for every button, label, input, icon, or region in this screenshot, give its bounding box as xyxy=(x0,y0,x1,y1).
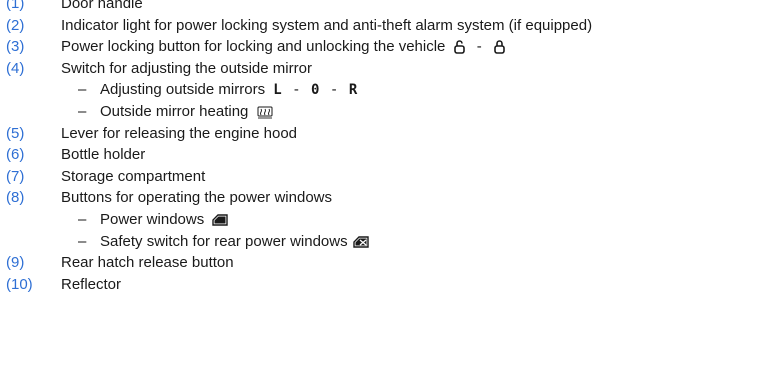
item-number: (6) xyxy=(6,146,25,164)
item-text: Buttons for operating the power windows xyxy=(61,189,332,207)
power-window-icon xyxy=(212,214,229,226)
item-number: (5) xyxy=(6,124,25,142)
mirror-position-left: L xyxy=(273,82,282,99)
list-item: (1) Door handle xyxy=(0,0,778,15)
item-number: (8) xyxy=(6,189,25,207)
sub-item-text: Outside mirror heating xyxy=(100,102,249,120)
sub-item-text: Power windows xyxy=(100,210,205,228)
unlock-icon xyxy=(453,40,465,55)
mirror-heating-icon xyxy=(257,106,273,118)
sub-list-item: – Power windows xyxy=(0,209,778,231)
bullet-dash: – xyxy=(78,232,87,250)
list-item: (4) Switch for adjusting the outside mir… xyxy=(0,58,778,80)
item-number: (2) xyxy=(6,16,25,34)
sub-list-item: – Adjusting outside mirrors L - 0 - R xyxy=(0,79,778,101)
item-text: Indicator light for power locking system… xyxy=(61,16,593,34)
lock-icon xyxy=(494,40,505,55)
item-text: Door handle xyxy=(61,0,143,12)
item-number: (4) xyxy=(6,59,25,77)
item-text: Reflector xyxy=(61,275,122,293)
item-text: Switch for adjusting the outside mirror xyxy=(61,59,312,77)
item-number: (7) xyxy=(6,167,25,185)
bullet-dash: – xyxy=(78,210,87,228)
list-item: (2) Indicator light for power locking sy… xyxy=(0,15,778,37)
item-text: Storage compartment xyxy=(61,167,206,185)
separator: - xyxy=(331,81,337,99)
legend-list: (1) Door handle (2) Indicator light for … xyxy=(0,0,778,295)
item-text: Rear hatch release button xyxy=(61,254,234,272)
list-item: (10) Reflector xyxy=(0,274,778,296)
mirror-position-neutral: 0 xyxy=(311,82,320,99)
sub-item-text: Safety switch for rear power windows xyxy=(100,232,348,250)
window-safety-switch-icon xyxy=(353,235,369,248)
item-text: Power locking button for locking and unl… xyxy=(61,38,446,56)
item-number: (1) xyxy=(6,0,25,12)
bullet-dash: – xyxy=(78,102,87,120)
sub-list-item: – Outside mirror heating xyxy=(0,101,778,123)
mirror-position-right: R xyxy=(348,82,358,99)
list-item: (6) Bottle holder xyxy=(0,144,778,166)
list-item: (5) Lever for releasing the engine hood xyxy=(0,123,778,145)
item-number: (10) xyxy=(6,275,33,293)
list-item: (8) Buttons for operating the power wind… xyxy=(0,187,778,209)
list-item: (3) Power locking button for locking and… xyxy=(0,36,778,58)
separator: - xyxy=(476,38,482,56)
separator: - xyxy=(293,81,299,99)
item-text: Lever for releasing the engine hood xyxy=(61,124,298,142)
list-item: (9) Rear hatch release button xyxy=(0,252,778,274)
item-text: Bottle holder xyxy=(61,146,146,164)
item-number: (3) xyxy=(6,38,25,56)
list-item: (7) Storage compartment xyxy=(0,166,778,188)
bullet-dash: – xyxy=(78,81,87,99)
sub-list-item: – Safety switch for rear power windows xyxy=(0,231,778,253)
sub-item-text: Adjusting outside mirrors xyxy=(100,81,266,99)
item-number: (9) xyxy=(6,254,25,272)
